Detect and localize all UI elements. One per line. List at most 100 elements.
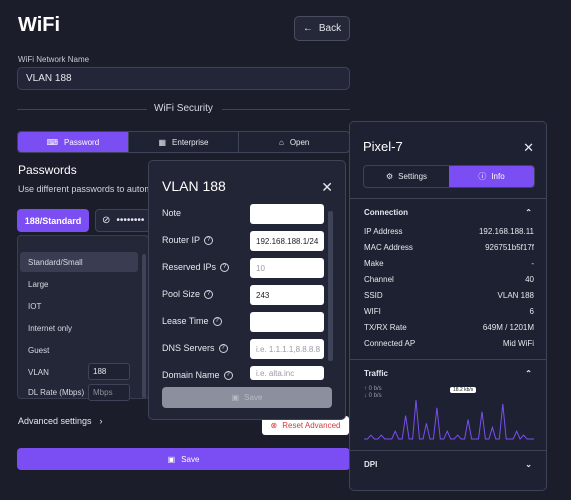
wifi-security-label: WiFi Security — [154, 103, 213, 114]
traffic-label: Traffic — [364, 368, 389, 378]
info-row: IP Address 192.168.188.11 — [364, 227, 534, 236]
connection-section-header[interactable]: Connection ⌃ — [350, 201, 546, 223]
chevron-up-icon: ⌃ — [525, 368, 532, 378]
pool-size-label: Pool Size? — [162, 289, 214, 299]
divider — [350, 359, 546, 360]
save-button[interactable]: ▣ Save — [17, 448, 350, 470]
vlan-modal: VLAN 188 ✕ Note Router IP? 192.168.188.1… — [148, 160, 346, 420]
help-icon: ? — [204, 235, 214, 245]
router-ip-input[interactable]: 192.168.188.1/24 — [250, 231, 324, 251]
help-icon: ? — [220, 262, 230, 272]
domain-name-label: Domain Name? — [162, 370, 233, 380]
note-input[interactable] — [250, 204, 324, 224]
modal-title: VLAN 188 — [162, 178, 226, 194]
profile-dropdown: Standard/Small Large IOT Internet only G… — [17, 235, 149, 401]
chevron-right-icon: › — [99, 416, 103, 426]
help-icon: ? — [223, 370, 233, 380]
divider-left — [17, 109, 147, 110]
close-icon[interactable]: ✕ — [523, 140, 534, 156]
save-icon: ▣ — [231, 393, 240, 402]
dpi-section-header[interactable]: DPI ⌄ — [350, 453, 546, 475]
dropdown-item[interactable]: Internet only — [20, 318, 138, 338]
dropdown-item[interactable]: Guest — [20, 340, 138, 360]
reserved-ips-label: Reserved IPs? — [162, 262, 230, 272]
help-icon: ? — [204, 289, 214, 299]
divider — [350, 450, 546, 451]
traffic-section-header[interactable]: Traffic ⌃ — [350, 362, 546, 384]
modal-scrollbar[interactable] — [328, 211, 333, 361]
dropdown-item[interactable]: Standard/Small — [20, 252, 138, 272]
building-icon: ▦ — [158, 137, 167, 147]
page-title: WiFi — [18, 14, 61, 36]
info-row: Connected AP Mid WiFi — [364, 339, 534, 348]
password-input[interactable]: ⊘ •••••••• — [95, 209, 150, 232]
note-label: Note — [162, 208, 182, 218]
dropdown-item[interactable]: IOT — [20, 296, 138, 316]
device-panel: Pixel-7 ✕ ⚙ Settings ⓘ Info Connection ⌃… — [349, 121, 547, 491]
network-name-label: WiFi Network Name — [18, 55, 90, 64]
vlan-input[interactable]: 188 — [88, 363, 130, 380]
modal-save-button[interactable]: ▣ Save — [162, 387, 332, 408]
passwords-title: Passwords — [18, 163, 77, 177]
router-ip-label: Router IP? — [162, 235, 214, 245]
info-row: SSID VLAN 188 — [364, 291, 534, 300]
info-row: Channel 40 — [364, 275, 534, 284]
traffic-chart — [364, 399, 534, 440]
back-button-label: Back — [318, 23, 342, 34]
x-circle-icon: ⊗ — [270, 421, 278, 430]
save-icon: ▣ — [167, 454, 176, 464]
help-icon: ? — [218, 343, 228, 353]
chevron-down-icon: ⌄ — [525, 459, 532, 469]
dpi-label: DPI — [364, 459, 378, 469]
passwords-description: Use different passwords to autom — [18, 184, 150, 194]
dns-servers-label: DNS Servers? — [162, 343, 228, 353]
divider-right — [222, 109, 350, 110]
tab-info-label: Info — [491, 172, 505, 181]
advanced-settings-toggle[interactable]: Advanced settings › — [18, 416, 103, 426]
traffic-peak-label: 18.2 kb/s — [450, 387, 477, 393]
reset-advanced-label: Reset Advanced — [282, 421, 341, 430]
tab-enterprise-label: Enterprise — [172, 137, 209, 147]
lease-time-input[interactable] — [250, 312, 324, 332]
close-icon[interactable]: ✕ — [321, 179, 333, 196]
security-tabs: ⌨ Password ▦ Enterprise ⌂ Open — [17, 131, 350, 153]
dropdown-item[interactable]: Large — [20, 274, 138, 294]
traffic-tx: ↑ 0 b/s — [364, 386, 382, 392]
pool-size-input[interactable]: 243 — [250, 285, 324, 305]
tab-enterprise[interactable]: ▦ Enterprise — [129, 132, 240, 152]
info-row: MAC Address 926751b5f17f — [364, 243, 534, 252]
tab-settings-label: Settings — [398, 172, 428, 181]
domain-name-input[interactable]: i.e. alta.inc — [250, 366, 324, 380]
dns-servers-input[interactable]: i.e. 1.1.1.1,8.8.8.8 — [250, 339, 324, 359]
reserved-ips-input[interactable]: 10 — [250, 258, 324, 278]
info-row: TX/RX Rate 649M / 1201M — [364, 323, 534, 332]
tab-open-label: Open — [289, 137, 310, 147]
lease-time-label: Lease Time? — [162, 316, 222, 326]
tab-password-label: Password — [64, 137, 100, 147]
info-row: Make - — [364, 259, 534, 268]
password-masked-value: •••••••• — [116, 215, 145, 226]
key-icon: ⌨ — [46, 137, 59, 147]
device-tabs: ⚙ Settings ⓘ Info — [363, 165, 535, 188]
save-button-label: Save — [181, 454, 200, 464]
dropdown-scrollbar[interactable] — [142, 254, 146, 398]
dl-rate-input[interactable]: Mbps — [88, 384, 130, 401]
eye-off-icon[interactable]: ⊘ — [102, 215, 110, 226]
modal-save-label: Save — [244, 393, 263, 402]
arrow-left-icon: ← — [302, 23, 313, 34]
tab-password[interactable]: ⌨ Password — [18, 132, 129, 152]
tab-info[interactable]: ⓘ Info — [449, 166, 534, 187]
tab-settings[interactable]: ⚙ Settings — [364, 166, 449, 187]
help-icon: ? — [212, 316, 222, 326]
gear-icon: ⚙ — [385, 172, 394, 181]
tab-open[interactable]: ⌂ Open — [239, 132, 349, 152]
device-title: Pixel-7 — [363, 139, 403, 154]
back-button[interactable]: ← Back — [294, 16, 350, 41]
info-icon: ⓘ — [478, 172, 487, 181]
password-profile-select[interactable]: 188/Standard — [17, 209, 89, 232]
network-name-input[interactable]: VLAN 188 — [17, 67, 350, 90]
divider — [350, 198, 546, 199]
chevron-up-icon: ⌃ — [525, 207, 532, 217]
connection-label: Connection — [364, 207, 408, 217]
home-icon: ⌂ — [278, 137, 284, 147]
